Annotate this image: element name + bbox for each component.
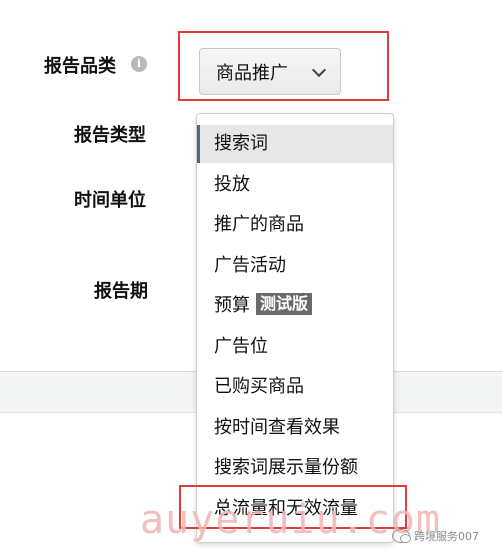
category-label: 报告品类 xyxy=(44,56,116,77)
category-select-value: 商品推广 xyxy=(216,62,288,84)
report-type-dropdown[interactable]: 搜索词 投放 推广的商品 广告活动 预算 测试版 广告位 已购买商品 按时间查看效… xyxy=(196,113,394,543)
dropdown-option-placement[interactable]: 广告位 xyxy=(197,328,393,366)
dropdown-option-advertised-product[interactable]: 推广的商品 xyxy=(197,206,393,244)
dropdown-option-performance-over-time[interactable]: 按时间查看效果 xyxy=(197,409,393,447)
time-unit-label: 时间单位 xyxy=(74,190,146,211)
category-select[interactable]: 商品推广 xyxy=(199,48,341,95)
dropdown-option-targeting[interactable]: 投放 xyxy=(197,166,393,204)
dropdown-option-search-term[interactable]: 搜索词 xyxy=(197,125,393,163)
report-period-label: 报告期 xyxy=(94,281,148,302)
traffic-option-highlight-box xyxy=(179,485,407,529)
report-type-label: 报告类型 xyxy=(74,125,146,146)
beta-badge: 测试版 xyxy=(256,293,313,315)
dropdown-option-campaign[interactable]: 广告活动 xyxy=(197,247,393,285)
dropdown-option-purchased-product[interactable]: 已购买商品 xyxy=(197,368,393,406)
account-name: 跨境服务007 xyxy=(414,530,479,543)
info-icon[interactable]: i xyxy=(131,56,147,72)
dropdown-option-budget[interactable]: 预算 测试版 xyxy=(197,287,393,325)
wechat-icon xyxy=(392,529,411,543)
dropdown-option-search-term-impression-share[interactable]: 搜索词展示量份额 xyxy=(197,449,393,487)
account-credit: 跨境服务007 xyxy=(392,528,479,544)
chevron-down-icon xyxy=(311,62,327,78)
